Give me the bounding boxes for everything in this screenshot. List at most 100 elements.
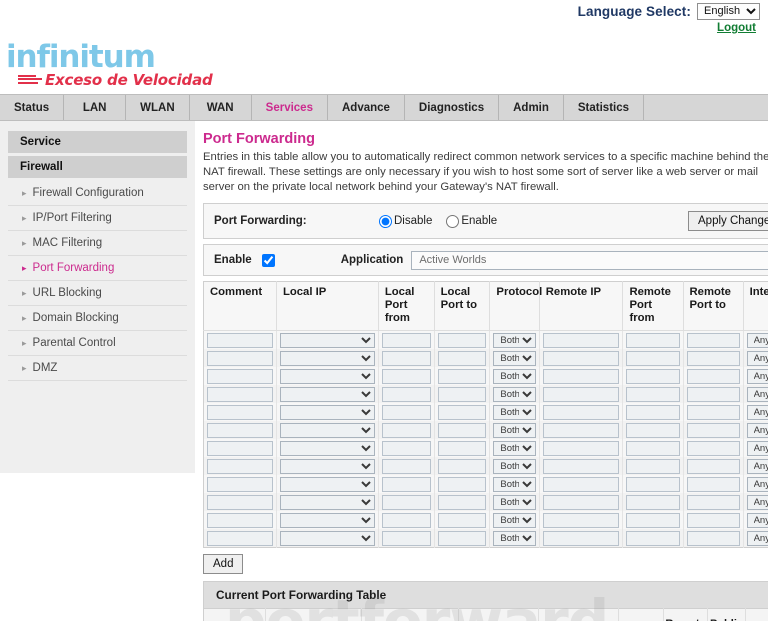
- cell-protocol[interactable]: Both: [489, 349, 540, 367]
- cell-local-port-from[interactable]: [378, 367, 435, 385]
- sidebar-item-url-blocking[interactable]: ▸ URL Blocking: [8, 281, 187, 306]
- remote-port-from-input[interactable]: [626, 387, 680, 402]
- cell-protocol[interactable]: Both: [489, 493, 540, 511]
- local-ip-select[interactable]: [279, 369, 375, 384]
- interface-select[interactable]: Any: [746, 387, 768, 402]
- cell-remote-port-to[interactable]: [683, 385, 744, 403]
- interface-select[interactable]: Any: [746, 459, 768, 474]
- local-port-to-input[interactable]: [437, 441, 487, 456]
- nav-tab-admin[interactable]: Admin: [499, 95, 564, 120]
- sidebar-item-parental-control[interactable]: ▸ Parental Control: [8, 331, 187, 356]
- protocol-select[interactable]: Both: [493, 369, 536, 384]
- remote-port-from-input[interactable]: [626, 477, 680, 492]
- local-port-to-input[interactable]: [437, 531, 487, 546]
- protocol-select[interactable]: Both: [493, 513, 536, 528]
- nav-tab-status[interactable]: Status: [0, 95, 65, 120]
- cell-interface[interactable]: Any: [743, 457, 768, 475]
- local-port-to-input[interactable]: [437, 513, 487, 528]
- cell-local-ip[interactable]: [276, 367, 379, 385]
- comment-input[interactable]: [207, 351, 273, 366]
- protocol-select[interactable]: Both: [493, 441, 536, 456]
- local-ip-select[interactable]: [279, 423, 375, 438]
- protocol-select[interactable]: Both: [493, 495, 536, 510]
- local-port-from-input[interactable]: [381, 459, 431, 474]
- add-button[interactable]: Add: [203, 554, 244, 574]
- cell-remote-port-from[interactable]: [622, 403, 684, 421]
- remote-port-from-input[interactable]: [626, 495, 680, 510]
- interface-select[interactable]: Any: [746, 531, 768, 546]
- cell-remote-port-from[interactable]: [622, 330, 684, 349]
- cell-remote-port-to[interactable]: [683, 529, 744, 548]
- cell-local-port-to[interactable]: [434, 421, 491, 439]
- remote-port-from-input[interactable]: [626, 441, 680, 456]
- remote-port-to-input[interactable]: [686, 459, 740, 474]
- cell-remote-port-from[interactable]: [622, 385, 684, 403]
- cell-local-port-from[interactable]: [378, 529, 435, 548]
- cell-interface[interactable]: Any: [743, 529, 768, 548]
- cell-remote-ip[interactable]: [539, 475, 624, 493]
- cell-interface[interactable]: Any: [743, 403, 768, 421]
- nav-tab-wan[interactable]: WAN: [190, 95, 252, 120]
- cell-remote-port-to[interactable]: [683, 493, 744, 511]
- cell-local-port-from[interactable]: [378, 349, 435, 367]
- cell-local-ip[interactable]: [276, 457, 379, 475]
- cell-interface[interactable]: Any: [743, 439, 768, 457]
- cell-local-port-from[interactable]: [378, 511, 435, 529]
- cell-comment[interactable]: [203, 403, 277, 421]
- cell-remote-port-from[interactable]: [622, 475, 684, 493]
- local-port-from-input[interactable]: [381, 387, 431, 402]
- interface-select[interactable]: Any: [746, 441, 768, 456]
- local-ip-select[interactable]: [279, 531, 375, 546]
- cell-local-port-from[interactable]: [378, 457, 435, 475]
- interface-select[interactable]: Any: [746, 351, 768, 366]
- local-ip-select[interactable]: [279, 387, 375, 402]
- local-port-to-input[interactable]: [437, 405, 487, 420]
- sidebar-item-dmz[interactable]: ▸ DMZ: [8, 356, 187, 381]
- cell-comment[interactable]: [203, 330, 277, 349]
- cell-local-port-to[interactable]: [434, 367, 491, 385]
- cell-interface[interactable]: Any: [743, 493, 768, 511]
- remote-port-from-input[interactable]: [626, 513, 680, 528]
- remote-port-to-input[interactable]: [686, 495, 740, 510]
- protocol-select[interactable]: Both: [493, 387, 536, 402]
- cell-local-port-to[interactable]: [434, 403, 491, 421]
- nav-tab-lan[interactable]: LAN: [64, 95, 127, 120]
- cell-local-ip[interactable]: [276, 475, 379, 493]
- sidebar-item-port-forwarding[interactable]: ▸ Port Forwarding: [8, 256, 187, 281]
- remote-port-to-input[interactable]: [686, 441, 740, 456]
- remote-port-to-input[interactable]: [686, 423, 740, 438]
- cell-local-port-from[interactable]: [378, 330, 435, 349]
- interface-select[interactable]: Any: [746, 423, 768, 438]
- nav-tab-services[interactable]: Services: [252, 95, 328, 120]
- cell-comment[interactable]: [203, 475, 277, 493]
- cell-remote-ip[interactable]: [539, 385, 624, 403]
- cell-remote-port-to[interactable]: [683, 349, 744, 367]
- cell-remote-port-from[interactable]: [622, 529, 684, 548]
- cell-protocol[interactable]: Both: [489, 529, 540, 548]
- cell-comment[interactable]: [203, 457, 277, 475]
- nav-tab-wlan[interactable]: WLAN: [126, 95, 190, 120]
- remote-ip-input[interactable]: [542, 351, 620, 366]
- cell-local-ip[interactable]: [276, 421, 379, 439]
- local-ip-select[interactable]: [279, 495, 375, 510]
- cell-local-port-to[interactable]: [434, 349, 491, 367]
- cell-local-port-to[interactable]: [434, 330, 491, 349]
- cell-interface[interactable]: Any: [743, 421, 768, 439]
- cell-interface[interactable]: Any: [743, 349, 768, 367]
- local-ip-select[interactable]: [279, 477, 375, 492]
- remote-ip-input[interactable]: [542, 459, 620, 474]
- cell-comment[interactable]: [203, 421, 277, 439]
- cell-remote-port-to[interactable]: [683, 421, 744, 439]
- cell-protocol[interactable]: Both: [489, 403, 540, 421]
- cell-local-ip[interactable]: [276, 529, 379, 548]
- cell-local-ip[interactable]: [276, 511, 379, 529]
- cell-remote-ip[interactable]: [539, 439, 624, 457]
- cell-remote-ip[interactable]: [539, 367, 624, 385]
- remote-port-from-input[interactable]: [626, 351, 680, 366]
- local-port-from-input[interactable]: [381, 477, 431, 492]
- cell-local-ip[interactable]: [276, 403, 379, 421]
- cell-remote-ip[interactable]: [539, 421, 624, 439]
- local-ip-select[interactable]: [279, 513, 375, 528]
- cell-protocol[interactable]: Both: [489, 475, 540, 493]
- cell-local-port-from[interactable]: [378, 421, 435, 439]
